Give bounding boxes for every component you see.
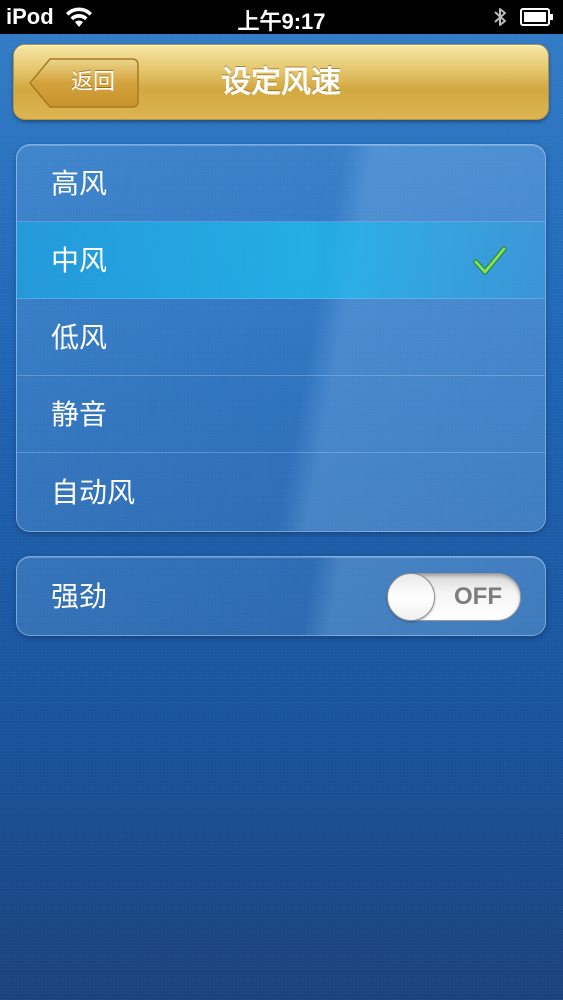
- bluetooth-icon: [494, 8, 506, 26]
- toggle-state-label: OFF: [454, 583, 502, 610]
- status-time: 上午9:17: [237, 9, 326, 34]
- battery-icon: [520, 8, 553, 26]
- list-item-low[interactable]: 低风: [17, 299, 545, 376]
- screen: iPod 上午9:17 返回 设定风速 高风 中风 低风 静音 自动风 强劲 O…: [0, 0, 563, 1000]
- list-item-label: 中风: [51, 244, 108, 277]
- strong-mode-row: 强劲 OFF: [16, 556, 546, 636]
- page-title: 设定风速: [221, 65, 341, 100]
- back-button[interactable]: 返回: [28, 57, 140, 109]
- checkmark-icon: [473, 246, 507, 275]
- fan-speed-list: 高风 中风 低风 静音 自动风: [16, 144, 546, 532]
- back-label: 返回: [70, 70, 115, 95]
- status-bar: iPod 上午9:17: [0, 0, 563, 34]
- list-item-label: 静音: [51, 398, 108, 431]
- strong-mode-toggle[interactable]: OFF: [387, 573, 521, 621]
- list-item-high[interactable]: 高风: [17, 145, 545, 222]
- strong-mode-label: 强劲: [51, 580, 108, 613]
- toggle-knob: [387, 573, 435, 621]
- list-item-label: 高风: [51, 167, 108, 200]
- list-item-silent[interactable]: 静音: [17, 376, 545, 453]
- list-item-label: 低风: [51, 321, 108, 354]
- list-item-label: 自动风: [51, 476, 136, 509]
- list-item-auto[interactable]: 自动风: [17, 454, 545, 531]
- list-item-medium[interactable]: 中风: [17, 222, 545, 299]
- nav-bar: 返回 设定风速: [13, 44, 549, 120]
